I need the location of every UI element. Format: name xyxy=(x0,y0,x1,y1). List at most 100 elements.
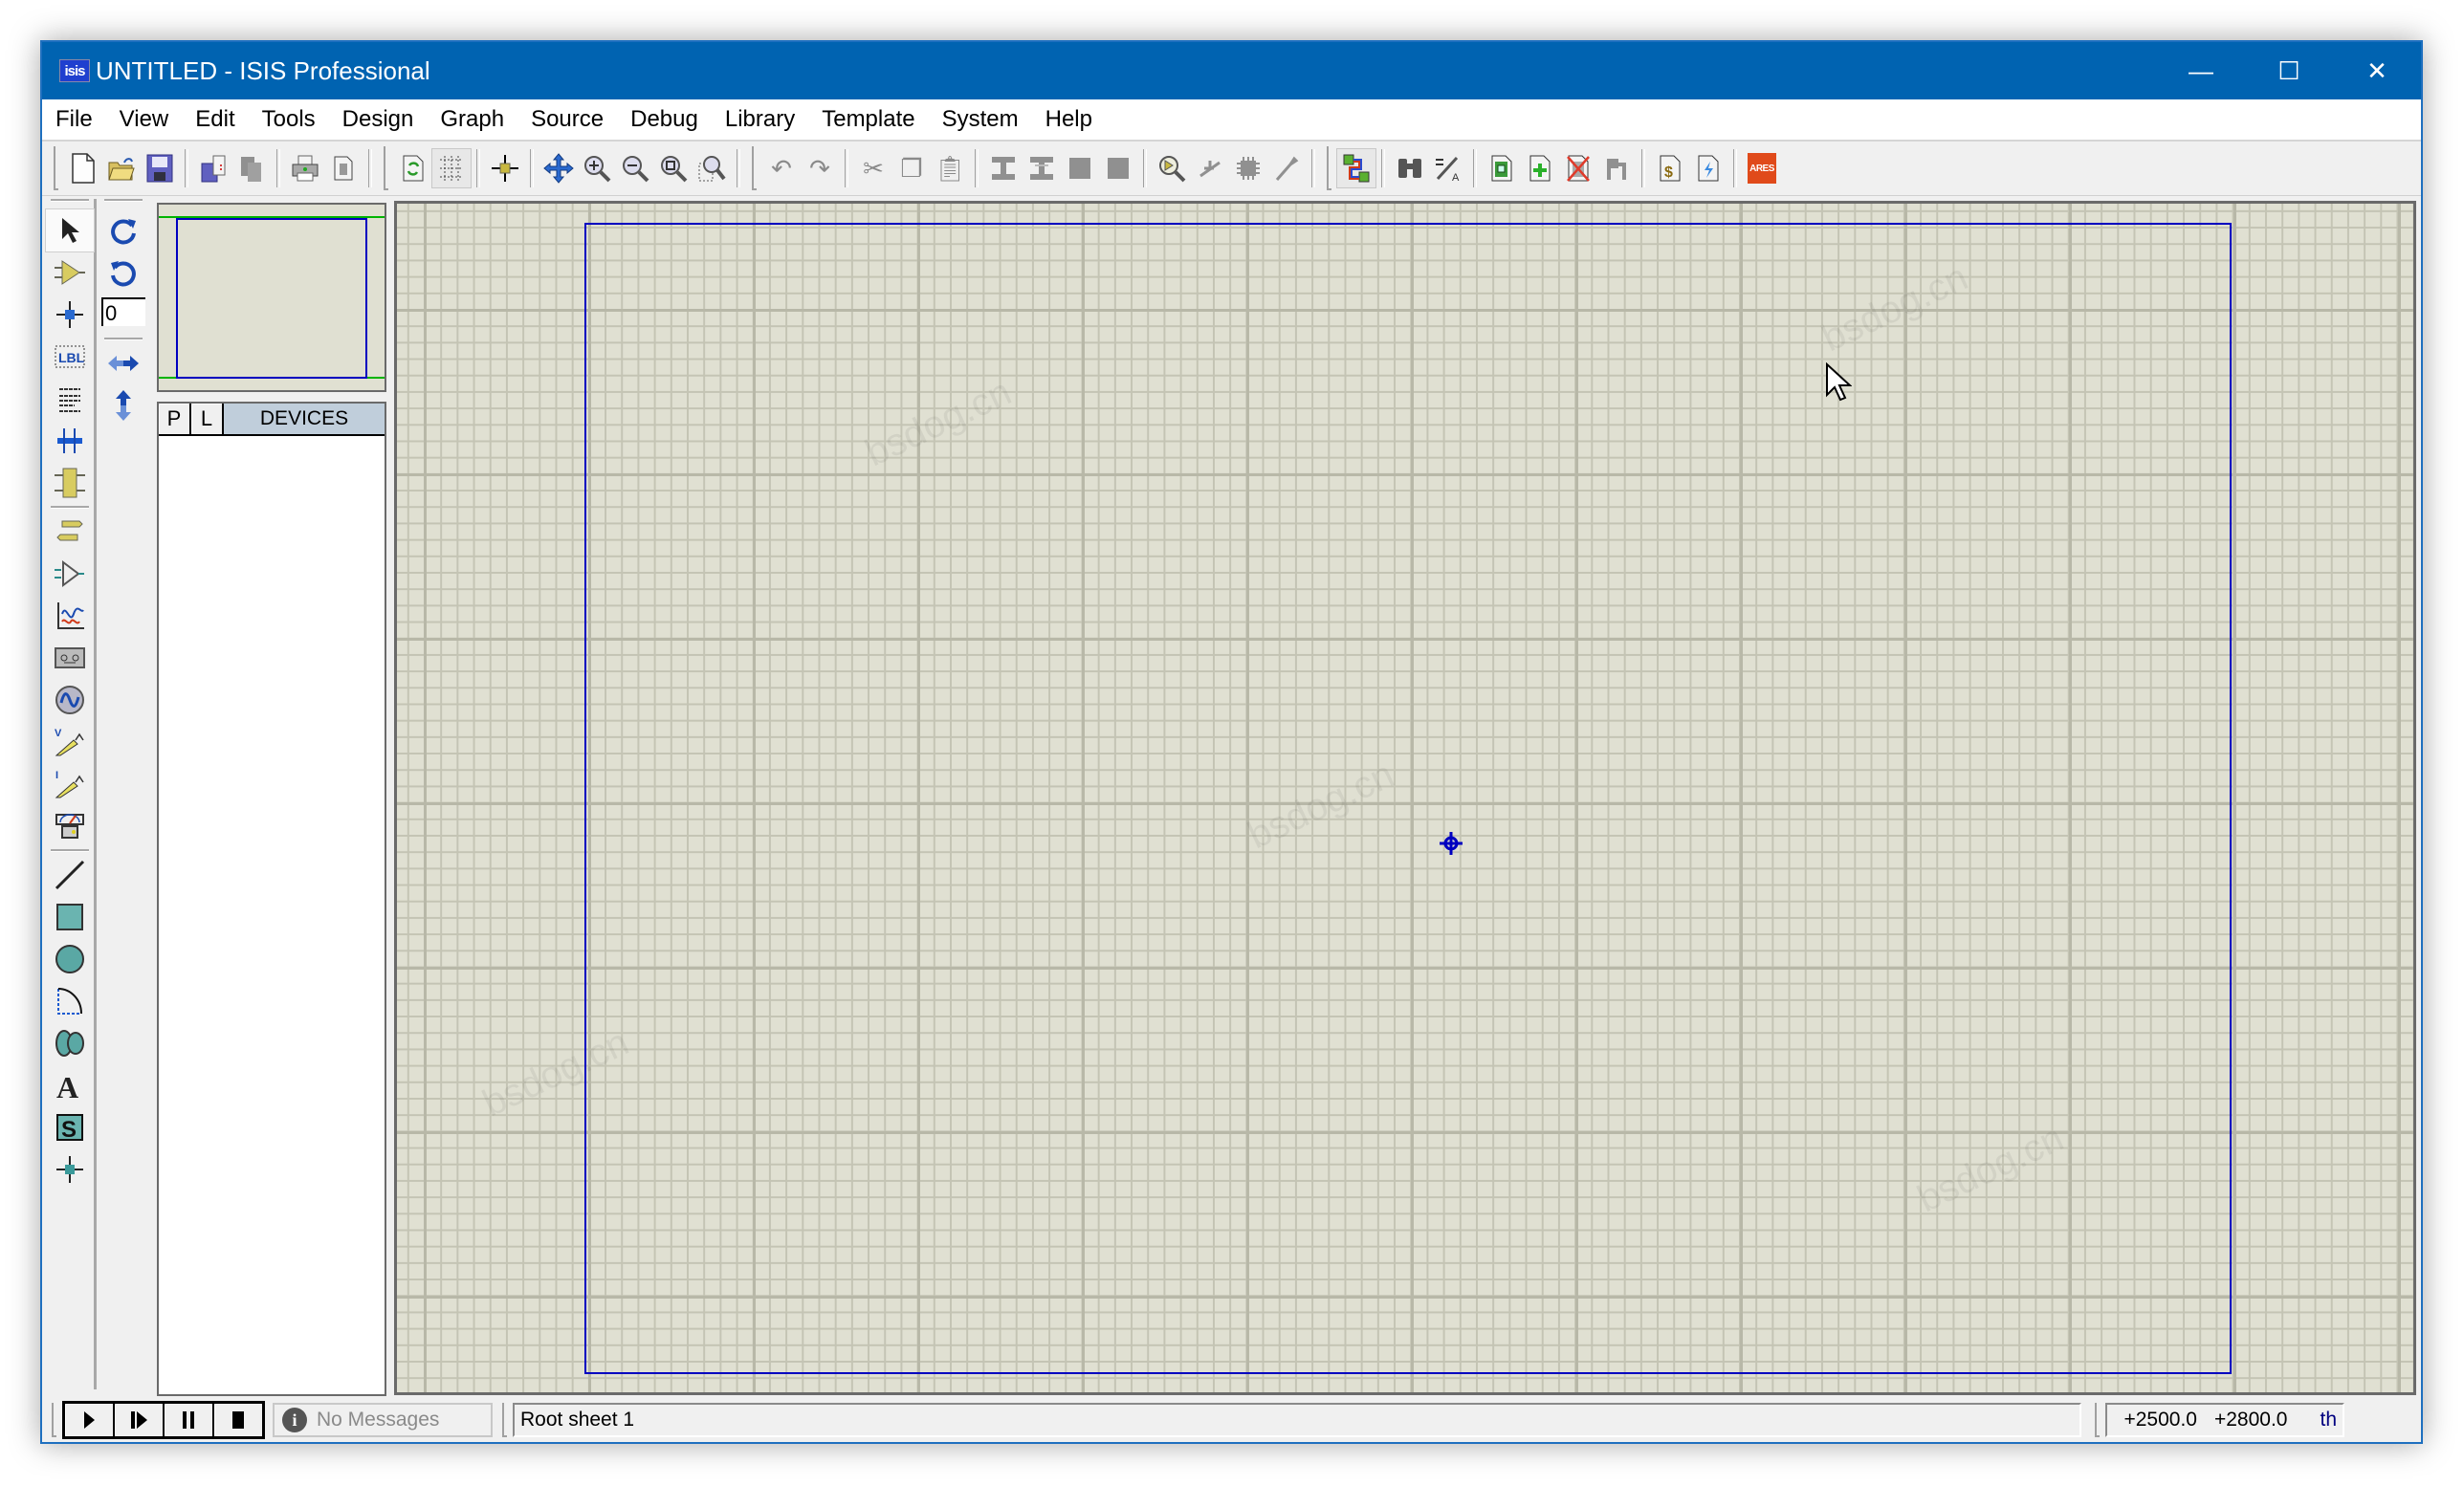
voltage-probe-mode-icon[interactable]: V xyxy=(46,721,94,763)
minimize-button[interactable]: — xyxy=(2157,42,2245,99)
statusbar-grip[interactable] xyxy=(2095,1403,2100,1437)
current-probe-mode-icon[interactable]: I xyxy=(46,763,94,805)
copy-icon[interactable]: ❐ xyxy=(892,149,931,187)
2d-text-mode-icon[interactable]: A xyxy=(46,1064,94,1106)
undo-icon[interactable]: ↶ xyxy=(762,149,801,187)
menu-help[interactable]: Help xyxy=(1032,106,1106,133)
block-rotate-icon[interactable] xyxy=(1061,149,1099,187)
graph-mode-icon[interactable] xyxy=(46,595,94,637)
tape-recorder-mode-icon[interactable] xyxy=(46,637,94,679)
statusbar-grip[interactable] xyxy=(52,1403,56,1437)
menu-tools[interactable]: Tools xyxy=(249,106,329,133)
paste-icon[interactable]: 📋︎ xyxy=(931,149,969,187)
menu-system[interactable]: System xyxy=(929,106,1032,133)
zoom-in-icon[interactable] xyxy=(578,149,616,187)
2d-line-mode-icon[interactable] xyxy=(46,854,94,896)
bill-of-materials-icon[interactable]: $ xyxy=(1651,149,1689,187)
message-box[interactable]: i No Messages xyxy=(273,1403,493,1437)
device-list[interactable] xyxy=(159,436,385,1392)
remove-sheet-icon[interactable] xyxy=(1559,149,1597,187)
junction-dot-mode-icon[interactable] xyxy=(46,294,94,336)
2d-markers-mode-icon[interactable] xyxy=(46,1148,94,1191)
mirror-vertical-icon[interactable] xyxy=(99,384,147,426)
2d-circle-mode-icon[interactable] xyxy=(46,938,94,980)
rotate-anticlockwise-icon[interactable] xyxy=(99,251,147,294)
wire-label-mode-icon[interactable]: LBL xyxy=(46,336,94,378)
2d-arc-mode-icon[interactable] xyxy=(46,980,94,1022)
block-delete-icon[interactable] xyxy=(1099,149,1137,187)
property-assignment-icon[interactable]: A xyxy=(1429,149,1467,187)
2d-symbol-mode-icon[interactable]: S xyxy=(46,1106,94,1148)
menu-edit[interactable]: Edit xyxy=(182,106,248,133)
menu-file[interactable]: File xyxy=(42,106,106,133)
menu-template[interactable]: Template xyxy=(808,106,928,133)
close-button[interactable]: ✕ xyxy=(2333,42,2421,99)
block-copy-icon[interactable] xyxy=(984,149,1023,187)
text-script-mode-icon[interactable] xyxy=(46,378,94,420)
menu-library[interactable]: Library xyxy=(712,106,808,133)
title-bar[interactable]: isis UNTITLED - ISIS Professional — ☐ ✕ xyxy=(42,42,2421,99)
toolbar-grip[interactable] xyxy=(54,146,58,190)
toolbar-grip[interactable] xyxy=(104,199,143,202)
new-sheet-icon[interactable] xyxy=(1521,149,1559,187)
export-section-icon[interactable] xyxy=(232,149,271,187)
make-device-icon[interactable] xyxy=(1191,149,1229,187)
new-file-icon[interactable] xyxy=(64,149,102,187)
decompose-icon[interactable] xyxy=(1267,149,1306,187)
subcircuit-mode-icon[interactable] xyxy=(46,462,94,504)
menu-graph[interactable]: Graph xyxy=(427,106,517,133)
maximize-button[interactable]: ☐ xyxy=(2245,42,2333,99)
menu-design[interactable]: Design xyxy=(329,106,428,133)
menu-source[interactable]: Source xyxy=(517,106,617,133)
print-area-icon[interactable] xyxy=(324,149,363,187)
2d-path-mode-icon[interactable] xyxy=(46,1022,94,1064)
zoom-all-icon[interactable] xyxy=(654,149,693,187)
pause-button[interactable] xyxy=(165,1404,214,1436)
redo-icon[interactable]: ↷ xyxy=(801,149,839,187)
play-button[interactable] xyxy=(65,1404,115,1436)
stop-button[interactable] xyxy=(214,1404,262,1436)
library-manager-button[interactable]: L xyxy=(191,404,224,434)
save-icon[interactable] xyxy=(141,149,179,187)
toolbar-grip[interactable] xyxy=(1327,146,1331,190)
refresh-icon[interactable] xyxy=(394,149,432,187)
buses-mode-icon[interactable] xyxy=(46,420,94,462)
toolbar-grip[interactable] xyxy=(384,146,388,190)
component-mode-icon[interactable] xyxy=(46,251,94,294)
cut-icon[interactable]: ✂ xyxy=(854,149,892,187)
virtual-instruments-mode-icon[interactable] xyxy=(46,805,94,847)
statusbar-grip[interactable] xyxy=(502,1403,507,1437)
rotation-angle-input[interactable]: 0 xyxy=(101,297,145,326)
rotate-clockwise-icon[interactable] xyxy=(99,209,147,251)
packaging-tool-icon[interactable] xyxy=(1229,149,1267,187)
step-button[interactable] xyxy=(115,1404,165,1436)
terminals-mode-icon[interactable] xyxy=(46,511,94,553)
origin-icon[interactable] xyxy=(486,149,524,187)
design-explorer-icon[interactable] xyxy=(1483,149,1521,187)
selection-mode-icon[interactable] xyxy=(45,208,95,252)
pan-icon[interactable] xyxy=(539,149,578,187)
grid-icon[interactable] xyxy=(431,148,472,188)
toolbar-grip[interactable] xyxy=(752,146,757,190)
generator-mode-icon[interactable] xyxy=(46,679,94,721)
import-section-icon[interactable] xyxy=(194,149,232,187)
netlist-to-ares-icon[interactable]: ARES xyxy=(1743,149,1781,187)
exit-to-parent-icon[interactable] xyxy=(1597,149,1636,187)
2d-box-mode-icon[interactable] xyxy=(46,896,94,938)
schematic-editing-canvas[interactable] xyxy=(394,201,2416,1395)
print-icon[interactable] xyxy=(286,149,324,187)
zoom-out-icon[interactable] xyxy=(616,149,654,187)
device-pins-mode-icon[interactable] xyxy=(46,553,94,595)
open-folder-icon[interactable] xyxy=(102,149,141,187)
mirror-horizontal-icon[interactable] xyxy=(99,342,147,384)
overview-window[interactable] xyxy=(157,203,386,392)
menu-debug[interactable]: Debug xyxy=(617,106,712,133)
search-tag-icon[interactable] xyxy=(1391,149,1429,187)
wire-autorouter-icon[interactable] xyxy=(1336,148,1376,188)
units-toggle[interactable]: th xyxy=(2320,1409,2337,1431)
pick-device-icon[interactable] xyxy=(1153,149,1191,187)
electrical-rules-check-icon[interactable] xyxy=(1689,149,1727,187)
toolbar-grip[interactable] xyxy=(51,199,89,202)
zoom-area-icon[interactable] xyxy=(693,149,731,187)
pick-devices-button[interactable]: P xyxy=(159,404,191,434)
